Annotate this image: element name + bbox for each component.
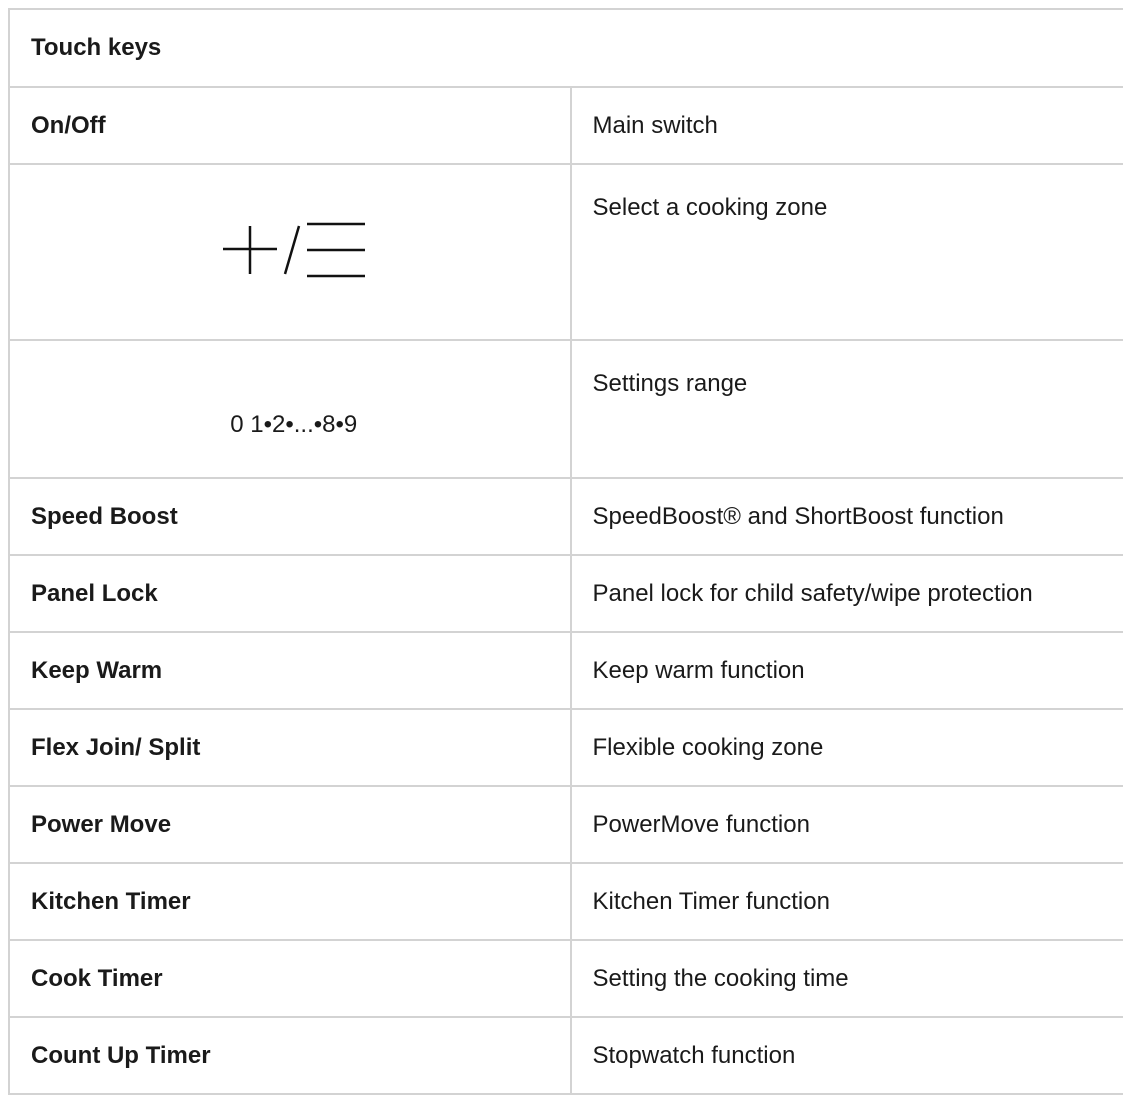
table-row: 0 1•2•...•8•9 Settings range [8,339,1123,479]
table-row: Count Up Timer Stopwatch function [8,1016,1123,1095]
key-label: Count Up Timer [8,1016,572,1095]
plus-slash-minus-icon-graphic [222,222,365,277]
key-description: Settings range [569,339,1123,479]
table-row: On/Off Main switch [8,86,1123,165]
key-label: Speed Boost [8,477,572,556]
key-description: SpeedBoost® and ShortBoost function [569,477,1123,556]
key-description: Select a cooking zone [569,163,1123,341]
key-label: Flex Join/ Split [8,708,572,787]
key-description: Panel lock for child safety/wipe protect… [569,554,1123,633]
table-header-row: Touch keys [8,8,1123,88]
table-row: Flex Join/ Split Flexible cooking zone [8,708,1123,787]
key-description: PowerMove function [569,785,1123,864]
table-row: Speed Boost SpeedBoost® and ShortBoost f… [8,477,1123,556]
key-label: On/Off [8,86,572,165]
table-row: Power Move PowerMove function [8,785,1123,864]
table-row: Panel Lock Panel lock for child safety/w… [8,554,1123,633]
key-description: Kitchen Timer function [569,862,1123,941]
key-label: Panel Lock [8,554,572,633]
key-description: Setting the cooking time [569,939,1123,1018]
settings-range-symbol: 0 1•2•...•8•9 [8,339,572,479]
key-label: Cook Timer [8,939,572,1018]
table-header: Touch keys [8,8,1123,88]
key-description: Keep warm function [569,631,1123,710]
key-label: Keep Warm [8,631,572,710]
key-description: Stopwatch function [569,1016,1123,1095]
key-label: Kitchen Timer [8,862,572,941]
plus-slash-minus-icon [8,163,572,341]
key-description: Flexible cooking zone [569,708,1123,787]
touch-keys-table: Touch keys On/Off Main switch Select a c… [8,8,1123,1095]
table-row: Cook Timer Setting the cooking time [8,939,1123,1018]
settings-range-label: 0 1•2•...•8•9 [230,411,358,438]
key-description: Main switch [569,86,1123,165]
table-row: Select a cooking zone [8,163,1123,341]
table-row: Keep Warm Keep warm function [8,631,1123,710]
table-row: Kitchen Timer Kitchen Timer function [8,862,1123,941]
key-label: Power Move [8,785,572,864]
